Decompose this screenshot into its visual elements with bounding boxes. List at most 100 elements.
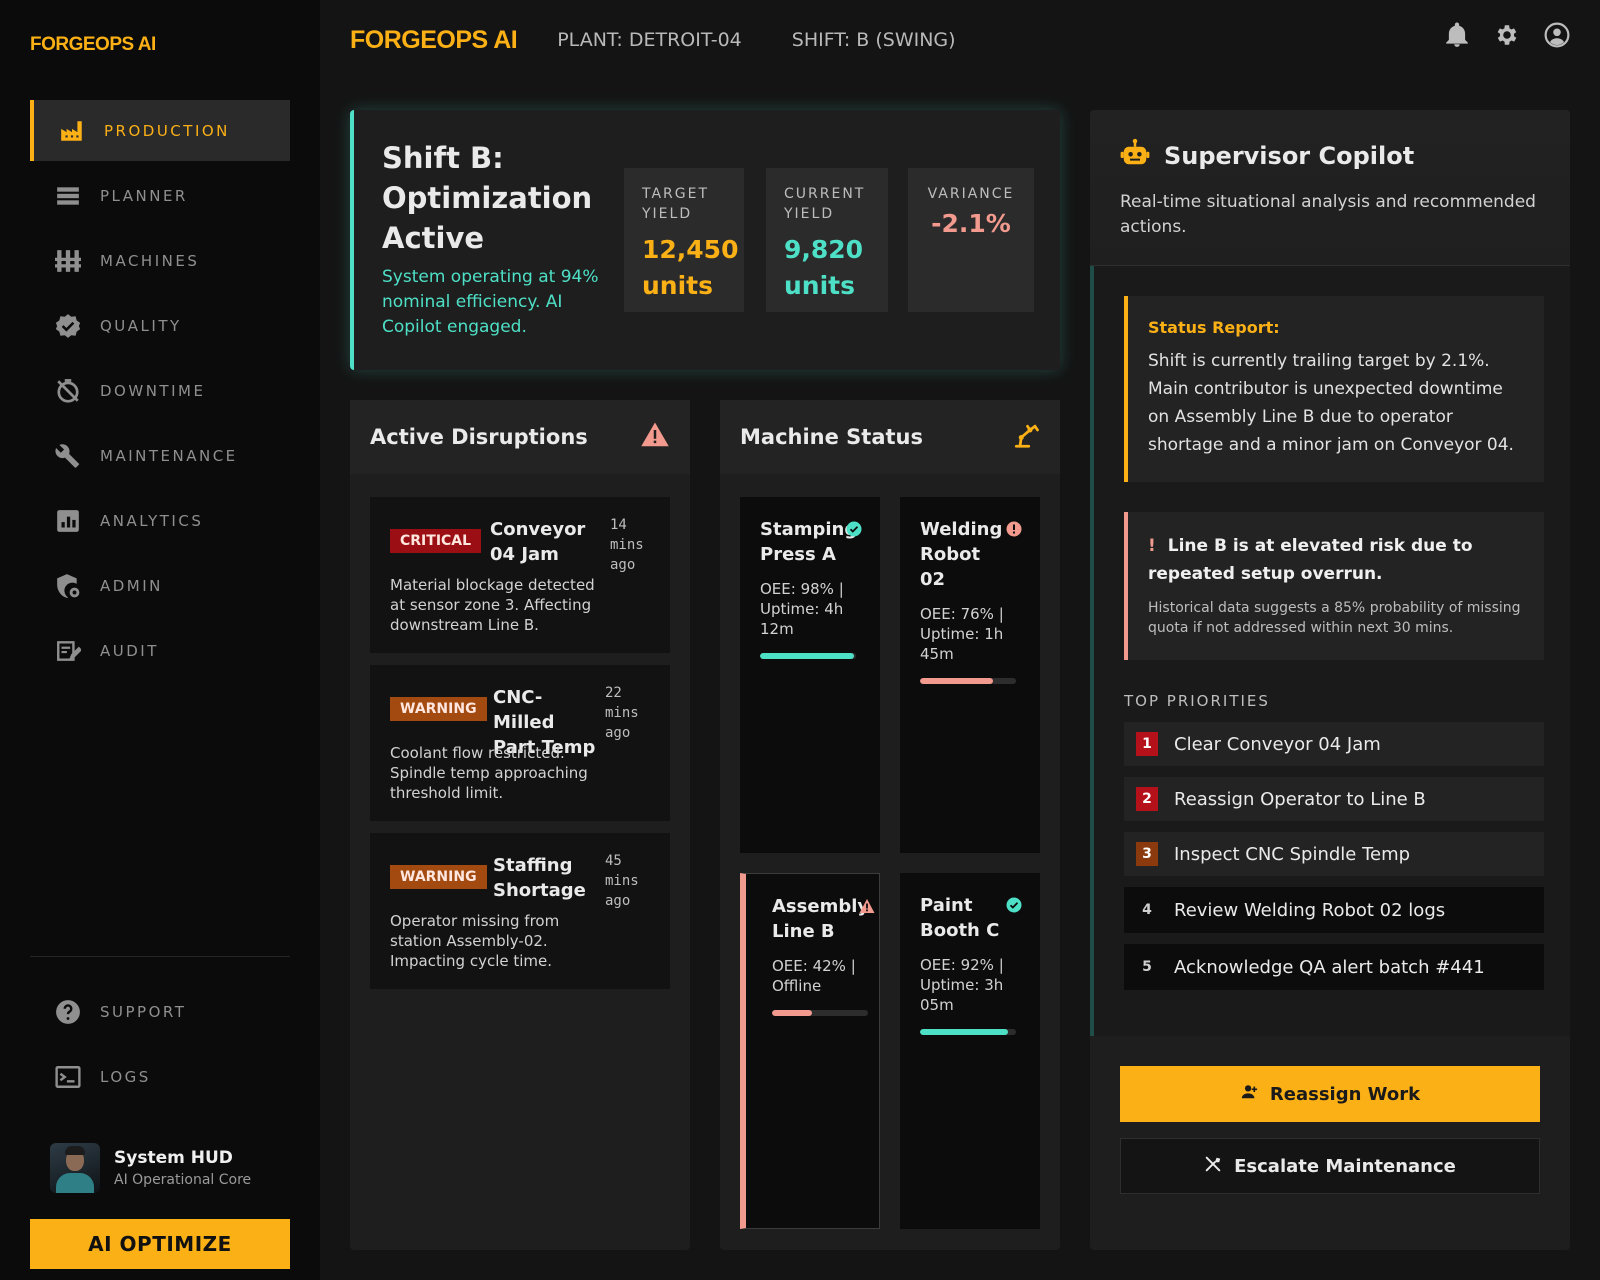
oee-bar [920, 678, 1016, 684]
sidebar-item-label: SUPPORT [100, 1002, 187, 1021]
reassign-work-button[interactable]: Reassign Work [1120, 1066, 1540, 1122]
disruption-card[interactable]: CRITICAL Conveyor 04 Jam 14 mins ago Mat… [370, 497, 670, 653]
risk-text: Historical data suggests a 85% probabili… [1148, 600, 1521, 636]
oee-bar-fill [920, 678, 993, 684]
stat-value: 12,450 units [642, 235, 739, 300]
escalate-maintenance-label: Escalate Maintenance [1234, 1155, 1456, 1177]
copilot-actions: Reassign Work Escalate Maintenance [1090, 1036, 1570, 1250]
priority-item[interactable]: 2 Reassign Operator to Line B [1124, 777, 1544, 821]
sidebar-item-logs[interactable]: LOGS [30, 1046, 290, 1107]
stat-label: CURRENT YIELD [784, 186, 866, 222]
warning-badge: WARNING [390, 865, 487, 889]
analytics-icon [54, 507, 82, 535]
priority-label: Reassign Operator to Line B [1174, 788, 1426, 810]
user-profile[interactable]: System HUD AI Operational Core [30, 1143, 290, 1193]
sidebar-item-planner[interactable]: PLANNER [30, 165, 290, 226]
sidebar-brand[interactable]: FORGEOPS AI [30, 0, 290, 90]
machines-icon [54, 247, 82, 275]
sidebar-item-analytics[interactable]: ANALYTICS [30, 490, 290, 551]
active-disruptions-panel: Active Disruptions CRITICAL Conveyor 04 … [350, 400, 690, 1250]
panel-title: Machine Status [740, 425, 923, 449]
status-report-card: Status Report: Shift is currently traili… [1124, 296, 1544, 482]
check-circle-icon [1006, 897, 1022, 913]
machine-card-welding-robot-02[interactable]: Welding Robot 02 OEE: 76% | Uptime: 1h 4… [900, 497, 1040, 853]
disruption-title: Staffing Shortage [493, 855, 586, 901]
status-report-title: Status Report: [1148, 318, 1280, 337]
sidebar-item-downtime[interactable]: DOWNTIME [30, 360, 290, 421]
machine-status-panel: Machine Status Stamping Press A OEE: 98%… [720, 400, 1060, 1250]
check-circle-icon [846, 521, 862, 537]
sidebar-item-quality[interactable]: QUALITY [30, 295, 290, 356]
priority-item[interactable]: 5 Acknowledge QA alert batch #441 [1124, 944, 1544, 990]
escalate-maintenance-button[interactable]: Escalate Maintenance [1120, 1138, 1540, 1194]
priority-number: 2 [1136, 787, 1158, 811]
sidebar-item-machines[interactable]: MACHINES [30, 230, 290, 291]
wrench-icon [54, 442, 82, 470]
terminal-icon [54, 1063, 82, 1091]
machine-metrics: OEE: 98% | Uptime: 4h 12m [760, 580, 844, 638]
sidebar-item-label: MAINTENANCE [100, 446, 238, 465]
sidebar-item-production[interactable]: PRODUCTION [30, 100, 290, 161]
machine-name: Stamping Press A [760, 519, 858, 565]
machine-card-assembly-line-b[interactable]: Assembly Line B OEE: 42% | Offline [740, 873, 880, 1229]
priority-label: Acknowledge QA alert batch #441 [1174, 956, 1485, 978]
sidebar-item-label: MACHINES [100, 251, 200, 270]
critical-badge: CRITICAL [390, 529, 482, 553]
machine-card-paint-booth-c[interactable]: Paint Booth C OEE: 92% | Uptime: 3h 05m [900, 873, 1040, 1229]
quality-badge-icon [54, 312, 82, 340]
hero-subtitle: System operating at 94% nominal efficien… [382, 267, 599, 337]
sidebar-item-audit[interactable]: AUDIT [30, 620, 290, 681]
top-header: FORGEOPS AI PLANT: DETROIT-04 SHIFT: B (… [320, 0, 1600, 80]
planner-icon [54, 182, 82, 210]
audit-icon [54, 637, 82, 665]
user-name: System HUD [114, 1148, 233, 1168]
disruption-time: 22 mins ago [605, 685, 639, 741]
hero-title: Shift B: Optimization Active [382, 141, 593, 255]
help-icon [54, 998, 82, 1026]
disruption-title: Conveyor 04 Jam [490, 519, 586, 565]
exclamation-icon: ! [1148, 536, 1156, 556]
oee-bar [772, 1010, 868, 1016]
priority-number: 5 [1142, 959, 1152, 975]
machine-name: Assembly Line B [772, 896, 870, 942]
risk-title: Line B is at elevated risk due to repeat… [1148, 536, 1473, 584]
risk-alert-card: ! Line B is at elevated risk due to repea… [1124, 512, 1544, 660]
bell-icon[interactable] [1444, 22, 1470, 48]
user-role: AI Operational Core [114, 1172, 252, 1188]
machine-card-stamping-press-a[interactable]: Stamping Press A OEE: 98% | Uptime: 4h 1… [740, 497, 880, 853]
priority-item[interactable]: 1 Clear Conveyor 04 Jam [1124, 722, 1544, 766]
info-circle-icon [1006, 521, 1022, 537]
ai-optimize-button[interactable]: AI OPTIMIZE [30, 1219, 290, 1269]
plant-label: PLANT: DETROIT-04 [557, 29, 742, 51]
priority-label: Clear Conveyor 04 Jam [1174, 733, 1381, 755]
robot-arm-icon [1010, 420, 1040, 454]
disruption-card[interactable]: WARNING Staffing Shortage 45 mins ago Op… [370, 833, 670, 989]
sidebar-item-admin[interactable]: ADMIN [30, 555, 290, 616]
sidebar-bottom-nav: SUPPORT LOGS [30, 981, 290, 1107]
alert-triangle-icon [859, 898, 875, 914]
sidebar-nav: PRODUCTION PLANNER MACHINES QUALITY DOWN… [30, 100, 290, 681]
sidebar-item-maintenance[interactable]: MAINTENANCE [30, 425, 290, 486]
robot-icon [1120, 138, 1150, 174]
priority-label: Inspect CNC Spindle Temp [1174, 843, 1411, 865]
sidebar-item-support[interactable]: SUPPORT [30, 981, 290, 1042]
oee-bar [920, 1029, 1016, 1035]
priority-item[interactable]: 4 Review Welding Robot 02 logs [1124, 887, 1544, 933]
shield-gear-icon [54, 572, 82, 600]
disruption-card[interactable]: WARNING CNC-Milled Part Temp 22 mins ago… [370, 665, 670, 821]
shift-label: SHIFT: B (SWING) [791, 29, 956, 51]
status-report-text: Shift is currently trailing target by 2.… [1148, 351, 1514, 455]
priority-item[interactable]: 3 Inspect CNC Spindle Temp [1124, 832, 1544, 876]
sidebar-item-label: QUALITY [100, 316, 182, 335]
stat-value: -2.1% [931, 209, 1011, 238]
gear-icon[interactable] [1494, 22, 1520, 48]
reassign-work-label: Reassign Work [1269, 1083, 1421, 1105]
sidebar-item-label: ADMIN [100, 576, 163, 595]
oee-bar-fill [760, 653, 855, 659]
header-brand[interactable]: FORGEOPS AI [350, 26, 518, 55]
disruption-description: Operator missing from station Assembly-0… [390, 912, 560, 970]
account-icon[interactable] [1544, 22, 1570, 48]
timer-off-icon [54, 377, 82, 405]
disruption-description: Material blockage detected at sensor zon… [390, 576, 595, 634]
panel-title: Active Disruptions [370, 425, 588, 449]
